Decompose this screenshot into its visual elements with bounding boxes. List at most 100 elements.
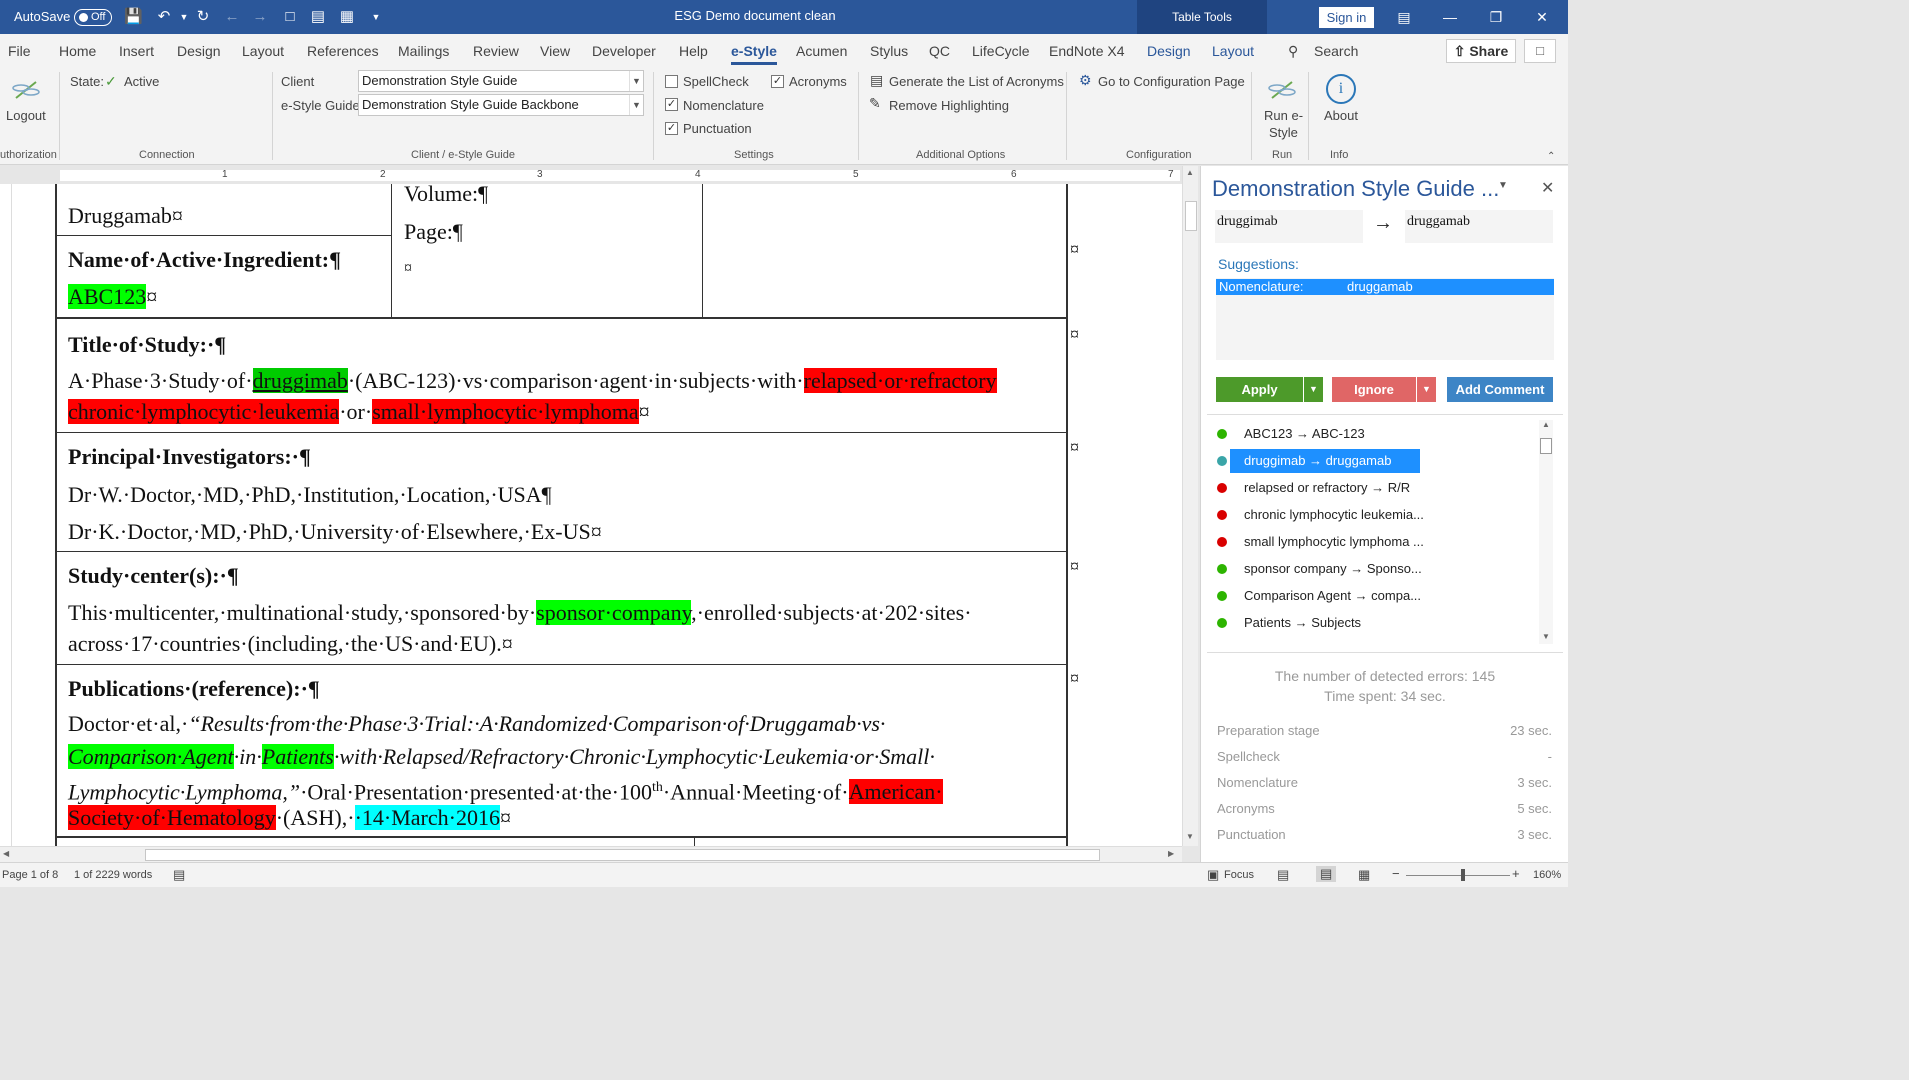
list-item[interactable]: chronic lymphocytic leukemia... bbox=[1209, 503, 1539, 527]
zoom-in-icon[interactable]: + bbox=[1512, 866, 1520, 881]
tab-insert[interactable]: Insert bbox=[119, 34, 154, 68]
highlighted-term-relapsed[interactable]: relapsed·or·refractory bbox=[803, 368, 997, 393]
save-icon[interactable]: 💾 bbox=[124, 8, 143, 26]
zoom-slider-handle[interactable] bbox=[1461, 869, 1465, 881]
nomenclature-checkbox[interactable]: ✓ bbox=[665, 98, 678, 111]
list-item[interactable]: sponsor company → Sponso... bbox=[1209, 557, 1539, 581]
tab-developer[interactable]: Developer bbox=[592, 34, 656, 68]
close-pane-icon[interactable]: ✕ bbox=[1541, 178, 1554, 198]
tab-e-style[interactable]: e-Style bbox=[731, 34, 777, 68]
apply-button[interactable]: Apply bbox=[1216, 377, 1303, 402]
read-mode-icon[interactable]: ▤ bbox=[1277, 867, 1289, 883]
tab-layout[interactable]: Layout bbox=[242, 34, 284, 68]
list-item[interactable]: relapsed or refractory → R/R bbox=[1209, 476, 1539, 500]
horizontal-scrollbar[interactable]: ◀ ▶ bbox=[0, 846, 1182, 862]
list-item[interactable]: Patients → Subjects bbox=[1209, 611, 1539, 635]
collapse-ribbon-icon[interactable]: ⌃ bbox=[1547, 151, 1555, 162]
zoom-level[interactable]: 160% bbox=[1533, 869, 1561, 881]
tab-references[interactable]: References bbox=[307, 34, 379, 68]
tab-stylus[interactable]: Stylus bbox=[870, 34, 908, 68]
minimize-icon[interactable]: — bbox=[1427, 0, 1473, 34]
generate-acronyms-button[interactable]: Generate the List of Acronyms bbox=[889, 74, 1064, 89]
client-select[interactable]: Demonstration Style Guide ▼ bbox=[358, 70, 644, 92]
document-page[interactable]: Druggamab¤ Volume:¶ Page:¶ ¤ Name·of·Act… bbox=[12, 184, 1182, 846]
sign-in-button[interactable]: Sign in bbox=[1319, 7, 1374, 28]
horizontal-scroll-thumb[interactable] bbox=[145, 849, 1100, 861]
highlighted-term-society[interactable]: Society·of·Hematology bbox=[68, 805, 276, 830]
list-item[interactable]: ABC123 → ABC-123 bbox=[1209, 422, 1539, 446]
word-count[interactable]: 1 of 2229 words bbox=[74, 869, 152, 881]
tab-lifecycle[interactable]: LifeCycle bbox=[972, 34, 1030, 68]
suggestion-item[interactable]: Nomenclature: druggamab bbox=[1216, 279, 1554, 295]
remove-highlighting-button[interactable]: Remove Highlighting bbox=[889, 98, 1009, 113]
scroll-right-icon[interactable]: ▶ bbox=[1168, 849, 1174, 858]
scroll-down-icon[interactable]: ▼ bbox=[1542, 632, 1550, 641]
vertical-ruler[interactable] bbox=[0, 184, 12, 846]
comments-button[interactable]: □ bbox=[1524, 39, 1556, 63]
proofing-icon[interactable]: ▤ bbox=[173, 867, 185, 883]
info-icon[interactable]: i bbox=[1326, 74, 1356, 104]
scroll-down-icon[interactable]: ▼ bbox=[1186, 832, 1194, 841]
list-item[interactable]: Comparison Agent → compa... bbox=[1209, 584, 1539, 608]
highlighted-term-patients[interactable]: Patients bbox=[261, 744, 334, 769]
apply-dropdown-icon[interactable]: ▼ bbox=[1304, 377, 1323, 402]
tab-qc[interactable]: QC bbox=[929, 34, 950, 68]
highlighted-term-druggimab[interactable]: druggimab bbox=[252, 368, 348, 393]
scroll-left-icon[interactable]: ◀ bbox=[3, 849, 9, 858]
highlighted-term-sponsor[interactable]: sponsor·company bbox=[536, 600, 692, 625]
tab-review[interactable]: Review bbox=[473, 34, 519, 68]
redo-icon[interactable]: ↻ bbox=[194, 8, 212, 26]
forward-icon[interactable]: → bbox=[251, 8, 269, 26]
undo-dropdown-icon[interactable]: ▼ bbox=[175, 8, 193, 26]
search-icon[interactable]: ⚲ bbox=[1288, 34, 1298, 68]
tab-design[interactable]: Design bbox=[177, 34, 221, 68]
suggestions-list[interactable]: Nomenclature: druggamab bbox=[1216, 278, 1554, 360]
ribbon-display-icon[interactable]: ▤ bbox=[1381, 0, 1427, 34]
scroll-up-icon[interactable]: ▲ bbox=[1542, 420, 1550, 429]
scroll-up-icon[interactable]: ▲ bbox=[1186, 168, 1194, 177]
ignore-dropdown-icon[interactable]: ▼ bbox=[1417, 377, 1436, 402]
source-term-field[interactable]: druggimab bbox=[1215, 210, 1363, 243]
zoom-slider[interactable] bbox=[1406, 875, 1510, 876]
back-icon[interactable]: ← bbox=[223, 8, 241, 26]
run-estyle-button-line2[interactable]: Style bbox=[1269, 125, 1298, 140]
pane-options-icon[interactable]: ▼ bbox=[1498, 180, 1508, 191]
highlighted-term-sll[interactable]: small·lymphocytic·lymphoma bbox=[372, 399, 639, 424]
tab-view[interactable]: View bbox=[540, 34, 570, 68]
zoom-out-icon[interactable]: − bbox=[1392, 866, 1400, 881]
page-count[interactable]: Page 1 of 8 bbox=[2, 869, 58, 881]
print-layout-icon[interactable]: ▤ bbox=[1316, 866, 1337, 882]
vertical-scroll-thumb[interactable] bbox=[1185, 201, 1197, 231]
autosave-toggle[interactable]: Off bbox=[74, 9, 112, 26]
search-box[interactable]: Search bbox=[1314, 34, 1358, 68]
close-icon[interactable]: ✕ bbox=[1519, 0, 1565, 34]
about-button[interactable]: About bbox=[1324, 108, 1358, 123]
tab-acumen[interactable]: Acumen bbox=[796, 34, 847, 68]
tab-table-layout[interactable]: Layout bbox=[1212, 34, 1254, 68]
error-list[interactable]: ABC123 → ABC-123 druggimab → druggamab r… bbox=[1209, 420, 1539, 648]
logout-button[interactable]: Logout bbox=[6, 108, 46, 123]
target-term-field[interactable]: druggamab bbox=[1405, 210, 1553, 243]
list-item[interactable]: druggimab → druggamab bbox=[1209, 449, 1539, 473]
spellcheck-checkbox[interactable] bbox=[665, 75, 678, 88]
go-config-button[interactable]: Go to Configuration Page bbox=[1098, 74, 1245, 89]
guide-select[interactable]: Demonstration Style Guide Backbone ▼ bbox=[358, 94, 644, 116]
comment-quick-icon[interactable]: □ bbox=[281, 8, 299, 26]
highlighted-term-date[interactable]: ·14·March·2016 bbox=[354, 805, 500, 830]
undo-icon[interactable]: ↶ bbox=[155, 8, 173, 26]
focus-icon[interactable]: ▣ bbox=[1207, 867, 1219, 883]
tab-mailings[interactable]: Mailings bbox=[398, 34, 449, 68]
tab-table-design[interactable]: Design bbox=[1147, 34, 1191, 68]
share-button[interactable]: ⇧ Share bbox=[1446, 39, 1516, 63]
add-comment-button[interactable]: Add Comment bbox=[1447, 377, 1553, 402]
dragonfly-logout-icon[interactable] bbox=[10, 76, 42, 104]
error-list-scrollbar[interactable]: ▲ ▼ bbox=[1539, 420, 1553, 644]
ignore-button[interactable]: Ignore bbox=[1332, 377, 1416, 402]
customize-toolbar-icon[interactable]: ▼ bbox=[367, 8, 385, 26]
error-list-scroll-thumb[interactable] bbox=[1540, 438, 1552, 454]
acronyms-checkbox[interactable]: ✓ bbox=[771, 75, 784, 88]
dragonfly-run-icon[interactable] bbox=[1266, 76, 1298, 104]
document-icon[interactable]: ▤ bbox=[309, 8, 327, 26]
maximize-icon[interactable]: ❐ bbox=[1473, 0, 1519, 34]
vertical-scrollbar[interactable]: ▲ ▼ bbox=[1182, 166, 1198, 846]
